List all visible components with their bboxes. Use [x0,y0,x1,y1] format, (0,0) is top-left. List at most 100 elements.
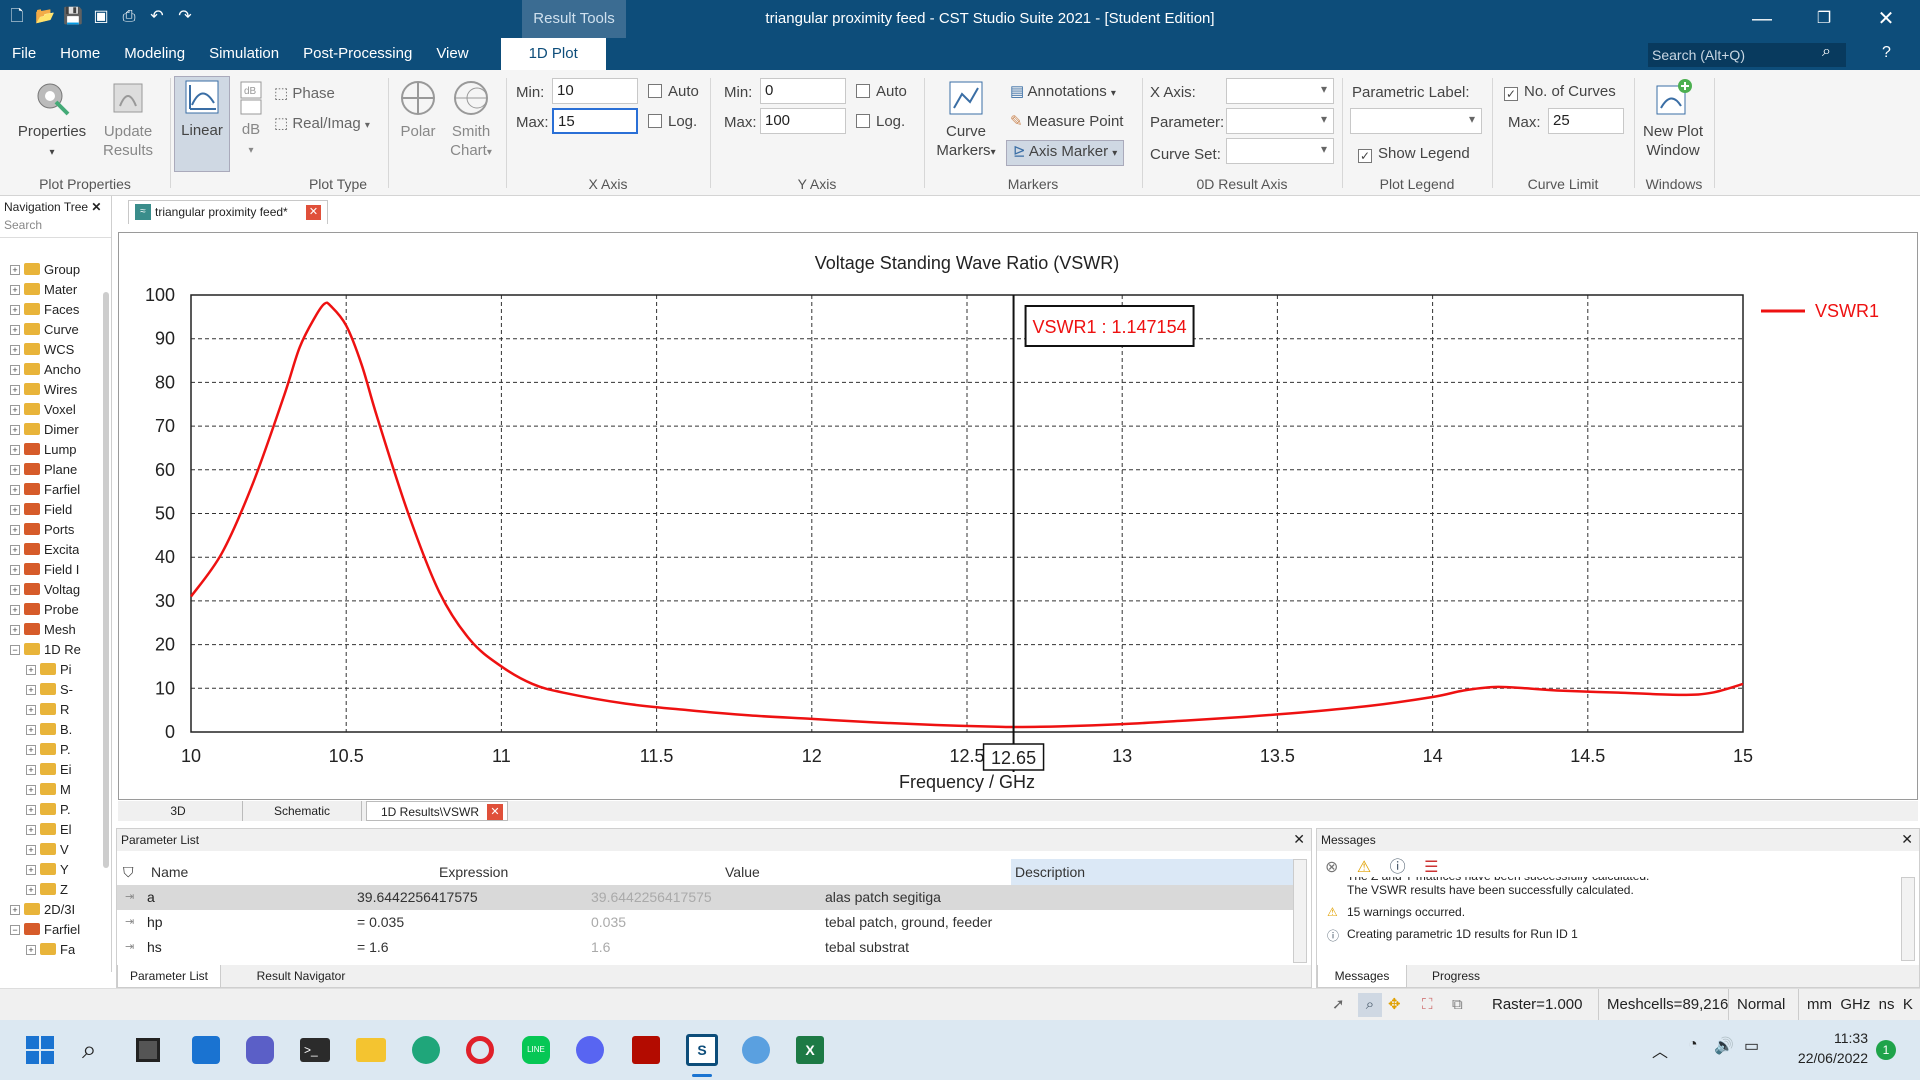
close-tab-icon[interactable]: ✕ [306,205,321,220]
menu-view[interactable]: View [424,38,480,70]
expand-icon[interactable]: − [10,925,20,935]
expand-icon[interactable]: + [10,465,20,475]
parametric-label-select[interactable] [1350,108,1482,134]
tree-item[interactable]: + S- [26,680,73,700]
tree-item[interactable]: + Farfiel [10,480,80,500]
tree-item[interactable]: + Group [10,260,80,280]
tree-item[interactable]: + WCS [10,340,74,360]
tree-item[interactable]: + Fa [26,940,75,960]
column-value[interactable]: Value [725,859,760,885]
search-input[interactable]: Search (Alt+Q) [1648,43,1846,67]
real-imag-button[interactable]: ⬚ Real/Imag ▾ [274,114,370,136]
tree-scrollbar[interactable] [103,292,109,868]
tree-item[interactable]: + P. [26,800,71,820]
info-filter-icon[interactable]: ⓘ [1390,859,1406,876]
tree-item[interactable]: + Mesh [10,620,76,640]
tree-item[interactable]: + Z [26,880,68,900]
start-icon[interactable] [26,1036,54,1064]
measure-point-button[interactable]: ✎ Measure Point [1010,112,1123,132]
plot-area[interactable]: 10 10.5 11 11.5 12 12.5 13 13.5 14 14.5 15 0 10 20 30 4… [118,232,1918,800]
expand-icon[interactable]: + [10,905,20,915]
tree-item[interactable]: + Curve [10,320,79,340]
no-of-curves-checkbox[interactable]: ✓ No. of Curves [1504,84,1616,101]
save-all-icon[interactable]: ▣ [90,6,112,28]
tree-item[interactable]: + El [26,820,72,840]
open-file-icon[interactable]: 📂 [34,6,56,28]
y-auto-checkbox[interactable]: Auto [856,84,907,100]
new-file-icon[interactable]: 🗋 [6,6,28,28]
paint-icon[interactable] [742,1036,770,1064]
update-results-button[interactable]: Update Results [96,78,160,160]
expand-icon[interactable]: + [10,585,20,595]
linear-button[interactable]: Linear [174,76,230,172]
close-icon[interactable]: ✕ [1293,831,1305,848]
pdf-reader-icon[interactable] [632,1036,660,1064]
x-max-input[interactable]: 15 [552,108,638,134]
expand-icon[interactable]: + [26,665,36,675]
cell-expr[interactable]: 39.6442256417575 [357,885,478,910]
table-row[interactable]: ⇥ hp = 0.035 0.035 tebal patch, ground, feed… [117,910,1293,935]
tree-item[interactable]: + Lump [10,440,77,460]
x-min-input[interactable]: 10 [552,78,638,104]
expand-icon[interactable]: + [10,325,20,335]
expand-icon[interactable]: + [10,345,20,355]
column-name[interactable]: Name [151,859,188,885]
expand-icon[interactable]: + [26,765,36,775]
expand-icon[interactable]: + [10,285,20,295]
close-icon[interactable]: ✕ [1901,831,1913,848]
tab-3d[interactable]: 3D [148,801,208,821]
tree-item[interactable]: + R [26,700,69,720]
pointer-icon[interactable]: ➚ [1332,989,1345,1021]
tree-item[interactable]: + V [26,840,69,860]
minimize-button[interactable]: — [1734,0,1790,38]
table-row[interactable]: ⇥ a 39.6442256417575 39.6442256417575 alas p… [117,885,1293,910]
y-max-input[interactable]: 100 [760,108,846,134]
cell-desc[interactable]: tebal substrat [825,935,909,960]
notification-badge[interactable]: 1 [1876,1040,1896,1060]
tree-item[interactable]: + P. [26,740,71,760]
tree-item[interactable]: + Excita [10,540,79,560]
expand-icon[interactable]: + [10,385,20,395]
expand-icon[interactable]: + [10,605,20,615]
tab-parameter-list[interactable]: Parameter List [117,965,221,988]
menu-simulation[interactable]: Simulation [197,38,291,70]
expand-icon[interactable]: + [26,805,36,815]
new-plot-window-button[interactable]: New Plot Window [1638,78,1708,160]
smith-chart-button[interactable]: Smith Chart▾ [448,78,494,162]
tab-progress[interactable]: Progress [1421,965,1491,987]
tree-item[interactable]: + Ports [10,520,74,540]
expand-icon[interactable]: + [10,405,20,415]
expand-icon[interactable]: + [10,445,20,455]
battery-icon[interactable]: ▭ [1744,1036,1759,1056]
clock[interactable]: 11:33 22/06/2022 [1786,1028,1868,1068]
expand-icon[interactable]: + [26,785,36,795]
expand-icon[interactable]: + [10,305,20,315]
document-tab[interactable]: ≈ triangular proximity feed* ✕ [128,200,328,224]
expand-icon[interactable]: + [26,865,36,875]
tree-item[interactable]: + Y [26,860,69,880]
close-tab-icon[interactable]: ✕ [487,804,503,820]
expand-icon[interactable]: + [26,945,36,955]
curve-markers-button[interactable]: Curve Markers▾ [930,78,1002,162]
tab-1d-results-vswr[interactable]: 1D Results\VSWR ✕ [366,801,508,821]
tree-item[interactable]: + Ancho [10,360,81,380]
wifi-icon[interactable]: ◔ [1688,1036,1698,1054]
error-list-icon[interactable]: ☰ [1424,859,1438,876]
expand-icon[interactable]: + [10,625,20,635]
expand-icon[interactable]: + [26,725,36,735]
terminal-icon[interactable]: >_ [300,1038,330,1062]
tree-item[interactable]: + Dimer [10,420,79,440]
y-log-checkbox[interactable]: Log. [856,114,905,130]
tree-item[interactable]: + B. [26,720,72,740]
tab-messages[interactable]: Messages [1317,965,1407,988]
edge-icon[interactable] [412,1036,440,1064]
volume-icon[interactable]: 🔊 [1714,1036,1734,1056]
polar-button[interactable]: Polar [396,78,440,141]
close-window-button[interactable]: ✕ [1858,0,1914,38]
menu-modeling[interactable]: Modeling [112,38,197,70]
tree-item[interactable]: − Farfiel [10,920,80,940]
od-x-axis-select[interactable] [1226,78,1334,104]
save-icon[interactable]: 💾 [62,6,84,28]
file-explorer-icon[interactable] [356,1038,386,1062]
expand-icon[interactable]: + [10,365,20,375]
